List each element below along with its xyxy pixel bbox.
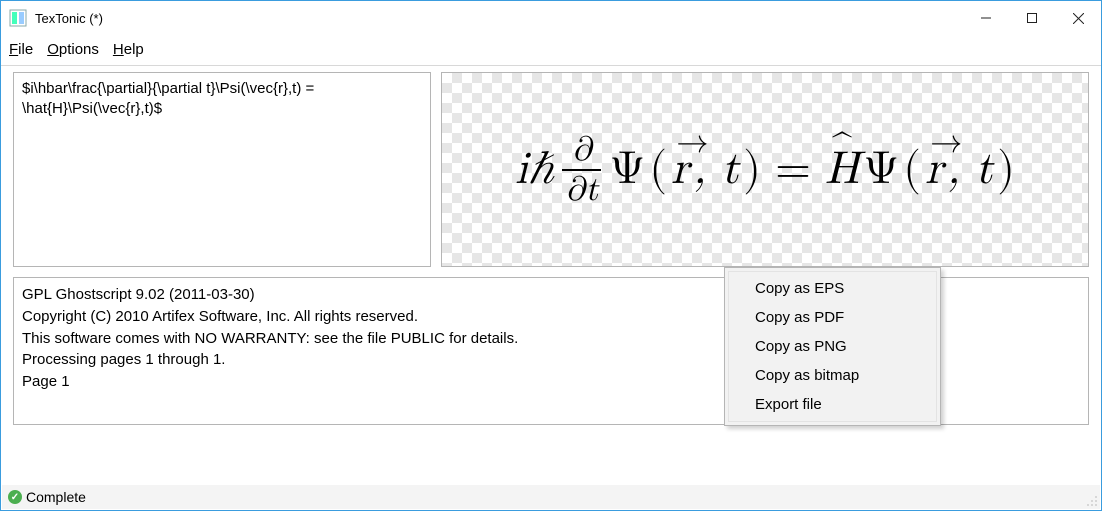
rendered-equation: iℏ ∂ ∂t Ψ ( r→ , t ) = H^ Ψ ( r→ , t ) [515, 133, 1015, 207]
status-text: Complete [26, 489, 86, 505]
ctx-copy-bitmap[interactable]: Copy as bitmap [729, 361, 936, 390]
equation-preview[interactable]: iℏ ∂ ∂t Ψ ( r→ , t ) = H^ Ψ ( r→ , t ) [441, 72, 1089, 267]
menu-file[interactable]: File [9, 41, 33, 58]
ctx-copy-png[interactable]: Copy as PNG [729, 332, 936, 361]
context-menu: Copy as EPS Copy as PDF Copy as PNG Copy… [724, 267, 941, 426]
ctx-copy-eps[interactable]: Copy as EPS [729, 274, 936, 303]
minimize-button[interactable] [963, 3, 1009, 33]
ctx-copy-pdf[interactable]: Copy as PDF [729, 303, 936, 332]
menu-help[interactable]: Help [113, 41, 144, 58]
status-bar: ✓ Complete [2, 485, 1100, 509]
menu-bar: File Options Help [1, 35, 1101, 63]
resize-grip[interactable] [1084, 493, 1098, 507]
maximize-button[interactable] [1009, 3, 1055, 33]
app-icon [9, 9, 27, 27]
latex-input[interactable]: $i\hbar\frac{\partial}{\partial t}\Psi(\… [13, 72, 431, 267]
title-bar: TexTonic (*) [1, 1, 1101, 35]
window-title: TexTonic (*) [35, 11, 103, 26]
close-button[interactable] [1055, 3, 1101, 33]
ctx-export-file[interactable]: Export file [729, 390, 936, 419]
menu-divider [1, 65, 1101, 66]
menu-options[interactable]: Options [47, 41, 99, 58]
check-icon: ✓ [8, 490, 22, 504]
